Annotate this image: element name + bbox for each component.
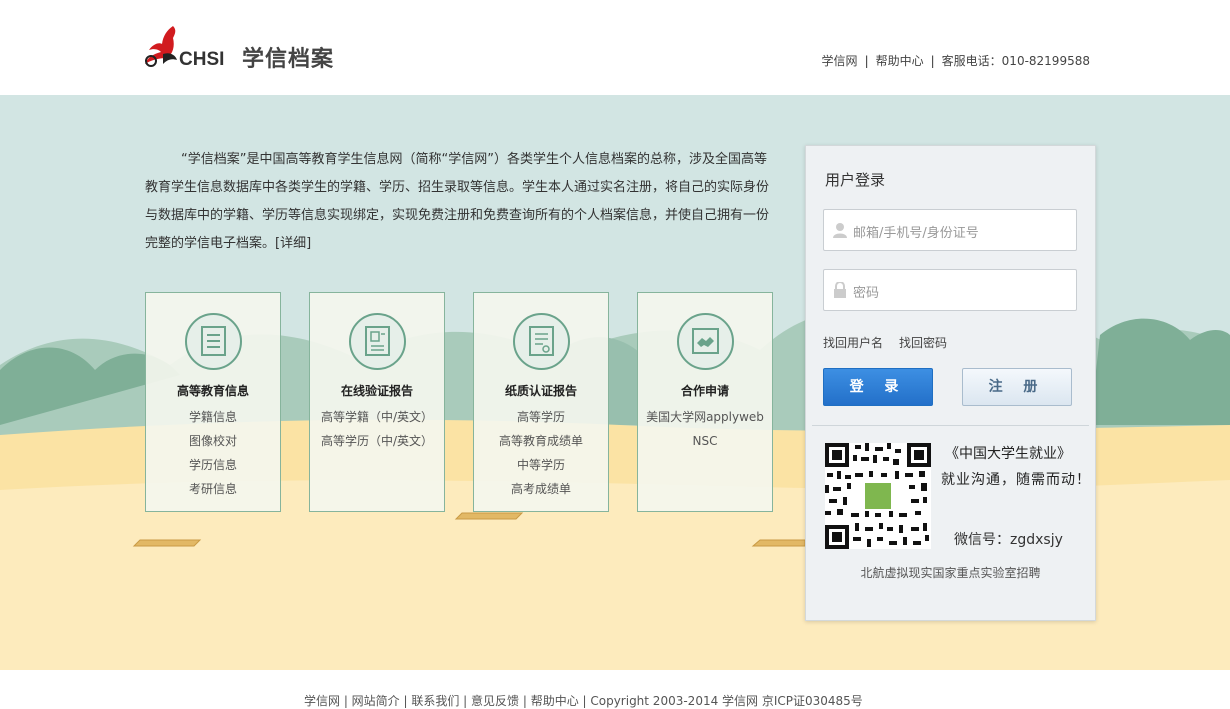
wechat-qr-code [825,443,931,549]
password-placeholder: 密码 [853,286,880,301]
footer-text: 学信网 | 网站简介 | 联系我们 | 意见反馈 | 帮助中心 | Copyri… [304,694,863,708]
username-input[interactable]: 邮箱/手机号/身份证号 [823,209,1077,251]
footer: 学信网 | 网站简介 | 联系我们 | 意见反馈 | 帮助中心 | Copyri… [0,670,1230,708]
site-name: 学信档案 [242,47,335,72]
qr-code-image [825,443,931,549]
forgot-username-link[interactable]: 找回用户名 [823,336,883,350]
paper-report-icon [513,313,570,370]
register-button[interactable]: 注 册 [962,368,1072,406]
separator: | [864,54,869,68]
user-icon [833,223,847,238]
link-chsi[interactable]: 学信网 [822,54,858,68]
card-link[interactable]: 学籍信息 [146,405,280,429]
wechat-id: 微信号：zgdxsjy [954,532,1063,548]
card-link[interactable]: 高等学籍（中/英文） [310,405,444,429]
intro-text: “学信档案”是中国高等教育学生信息网（简称“学信网”）各类学生个人信息档案的总称… [145,146,777,258]
card-title: 在线验证报告 [340,384,413,398]
document-icon [185,313,242,370]
card-link[interactable]: 高考成绩单 [474,477,608,501]
login-button[interactable]: 登 录 [823,368,933,406]
password-input[interactable]: 密码 [823,269,1077,311]
service-phone: 客服电话：010-82199588 [941,54,1090,68]
card-link[interactable]: 学历信息 [146,453,280,477]
card-link[interactable]: 高等教育成绩单 [474,429,608,453]
card-link[interactable]: 中等学历 [474,453,608,477]
promo-slogan: 就业沟通，随需而动！ [941,472,1091,488]
card-link[interactable]: 高等学历 [474,405,608,429]
forgot-password-link[interactable]: 找回密码 [899,336,947,350]
login-title: 用户登录 [825,171,886,189]
card-title: 合作申请 [680,384,729,398]
header: CHSI 学信档案 学信网 | 帮助中心 | 客服电话：010-82199588 [0,0,1230,95]
lab-recruitment-link[interactable]: 北航虚拟现实国家重点实验室招聘 [806,564,1095,581]
details-link[interactable]: [详细] [275,236,311,251]
card-link[interactable]: 高等学历（中/英文） [310,429,444,453]
card-link[interactable]: 图像校对 [146,429,280,453]
intro-paragraph: “学信档案”是中国高等教育学生信息网（简称“学信网”）各类学生个人信息档案的总称… [145,152,770,251]
card-paper-certification-report[interactable]: 纸质认证报告 高等学历 高等教育成绩单 中等学历 高考成绩单 [473,292,609,512]
separator: | [930,54,935,68]
certificate-icon [349,313,406,370]
lock-icon [834,282,846,298]
card-title: 纸质认证报告 [504,384,577,398]
card-title: 高等教育信息 [176,384,249,398]
recovery-links: 找回用户名 找回密码 [823,334,963,351]
card-cooperation-application[interactable]: 合作申请 美国大学网applyweb NSC [637,292,773,512]
logo-text: CHSI [179,49,225,70]
card-link[interactable]: 美国大学网applyweb [638,405,772,429]
top-links: 学信网 | 帮助中心 | 客服电话：010-82199588 [822,52,1090,69]
username-placeholder: 邮箱/手机号/身份证号 [853,226,979,241]
card-online-verification-report[interactable]: 在线验证报告 高等学籍（中/英文） 高等学历（中/英文） [309,292,445,512]
link-help-center[interactable]: 帮助中心 [876,54,924,68]
card-link[interactable]: NSC [638,429,772,453]
handshake-icon [677,313,734,370]
divider [812,425,1089,426]
chsi-bird-icon [145,26,177,67]
promo-title: 《中国大学生就业》 [945,446,1071,462]
card-higher-education-info[interactable]: 高等教育信息 学籍信息 图像校对 学历信息 考研信息 [145,292,281,512]
logo[interactable]: CHSI 学信档案 [143,24,353,74]
card-link[interactable]: 考研信息 [146,477,280,501]
login-panel: 用户登录 邮箱/手机号/身份证号 密码 找回用户名 找回密码 登 录 注 册 《… [805,145,1096,621]
